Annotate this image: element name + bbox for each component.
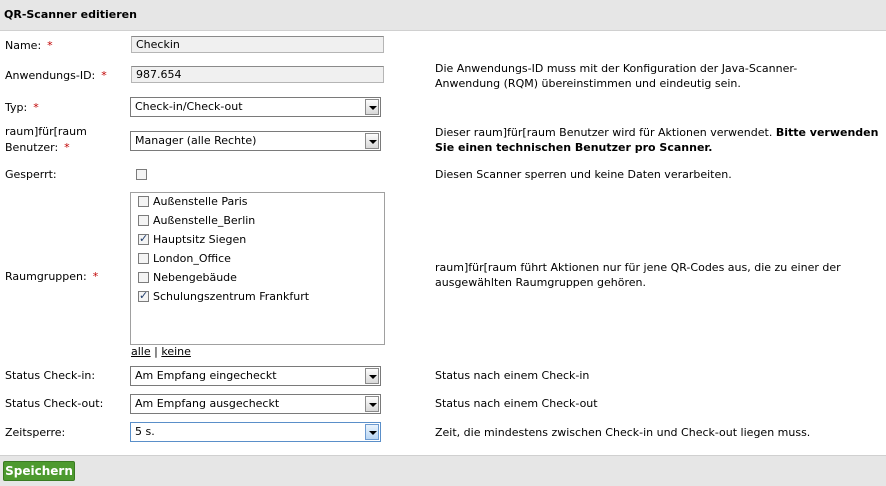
locked-help: Diesen Scanner sperren und keine Daten v… <box>435 168 732 181</box>
roomgroups-list[interactable]: Außenstelle Paris Außenstelle_Berlin Hau… <box>130 192 385 345</box>
roomgroups-help: raum]für[raum führt Aktionen nur für jen… <box>435 261 841 289</box>
timeout-label: Zeitsperre: <box>5 426 66 439</box>
timeout-value: 5 s. <box>135 425 155 438</box>
user-select-value: Manager (alle Rechte) <box>135 134 257 147</box>
user-help: Dieser raum]für[raum Benutzer wird für A… <box>435 126 879 154</box>
locked-checkbox[interactable] <box>136 169 147 180</box>
chevron-down-icon[interactable] <box>365 99 379 115</box>
chevron-down-icon[interactable] <box>365 396 379 412</box>
roomgroup-checkbox[interactable] <box>138 196 149 207</box>
status-checkout-label: Status Check-out: <box>5 397 104 410</box>
type-label: Typ: * <box>5 101 39 114</box>
status-checkout-value: Am Empfang ausgecheckt <box>135 397 280 410</box>
timeout-select[interactable]: 5 s. <box>130 422 381 442</box>
type-select[interactable]: Check-in/Check-out <box>130 97 381 117</box>
roomgroups-label: Raumgruppen: * <box>5 270 99 283</box>
user-select[interactable]: Manager (alle Rechte) <box>130 131 381 151</box>
page-header: QR-Scanner editieren <box>0 0 886 31</box>
chevron-down-icon[interactable] <box>365 368 379 384</box>
status-checkin-value: Am Empfang eingecheckt <box>135 369 277 382</box>
status-checkin-help: Status nach einem Check-in <box>435 369 590 382</box>
chevron-down-icon[interactable] <box>365 424 379 440</box>
name-label: Name: * <box>5 39 53 52</box>
form-footer: Speichern <box>0 455 886 486</box>
status-checkin-select[interactable]: Am Empfang eingecheckt <box>130 366 381 386</box>
timeout-help: Zeit, die mindestens zwischen Check-in u… <box>435 426 811 439</box>
status-checkin-label: Status Check-in: <box>5 369 96 382</box>
roomgroup-checkbox[interactable] <box>138 232 149 245</box>
roomgroup-checkbox[interactable] <box>138 215 149 226</box>
user-label: raum]für[raum Benutzer: * <box>5 125 87 154</box>
select-none-link[interactable]: keine <box>161 345 191 358</box>
locked-label: Gesperrt: <box>5 168 57 181</box>
roomgroup-checkbox[interactable] <box>138 272 149 283</box>
app-id-label: Anwendungs-ID: * <box>5 69 107 82</box>
select-links: alle | keine <box>131 345 191 358</box>
type-select-value: Check-in/Check-out <box>135 100 243 113</box>
page-title: QR-Scanner editieren <box>4 8 137 21</box>
app-id-input[interactable]: 987.654 <box>131 66 384 83</box>
status-checkout-help: Status nach einem Check-out <box>435 397 598 410</box>
name-input[interactable]: Checkin <box>131 36 384 53</box>
roomgroup-checkbox[interactable] <box>138 289 149 302</box>
roomgroup-checkbox[interactable] <box>138 253 149 264</box>
save-button[interactable]: Speichern <box>3 461 75 481</box>
app-id-help: Die Anwendungs-ID muss mit der Konfigura… <box>435 62 798 90</box>
select-all-link[interactable]: alle <box>131 345 151 358</box>
chevron-down-icon[interactable] <box>365 133 379 149</box>
status-checkout-select[interactable]: Am Empfang ausgecheckt <box>130 394 381 414</box>
